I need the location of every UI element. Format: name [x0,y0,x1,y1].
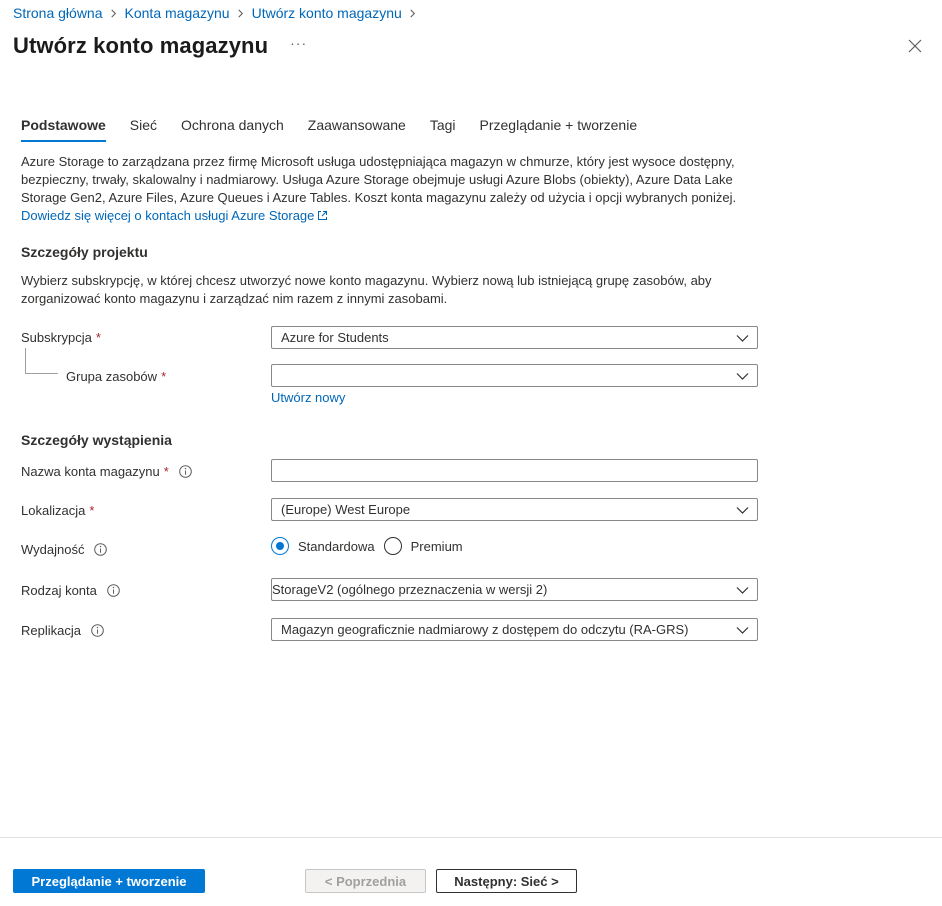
required-marker: * [95,330,101,345]
resource-group-select[interactable] [271,364,758,387]
subscription-label-text: Subskrypcja [21,330,92,345]
account-kind-label: Rodzaj konta [21,583,120,598]
tab-review-create[interactable]: Przeglądanie + tworzenie [480,117,638,142]
page-title: Utwórz konto magazynu [13,33,269,58]
chevron-down-icon [736,373,749,380]
tab-basics[interactable]: Podstawowe [21,117,106,142]
chevron-right-icon [103,5,125,21]
required-marker: * [89,503,95,518]
subscription-value: Azure for Students [281,330,389,345]
performance-standard-label: Standardowa [298,538,375,554]
location-value: (Europe) West Europe [281,502,411,517]
info-icon[interactable] [179,465,192,478]
breadcrumb-home[interactable]: Strona główna [13,5,103,21]
breadcrumb-storage-accounts[interactable]: Konta magazynu [125,5,230,21]
breadcrumb: Strona główna Konta magazynu Utwórz kont… [13,5,424,21]
tab-data-protection[interactable]: Ochrona danych [181,117,284,142]
chevron-down-icon [736,587,749,594]
chevron-right-icon [402,5,424,21]
learn-more-link-label: Dowiedz się więcej o kontach usługi Azur… [21,208,315,223]
tree-connector [25,348,58,374]
title-row: Utwórz konto magazynu ··· [13,33,307,59]
storage-account-name-label: Nazwa konta magazynu * [21,464,192,479]
learn-more-link[interactable]: Dowiedz się więcej o kontach usługi Azur… [21,208,328,223]
project-details-heading: Szczegóły projektu [21,244,148,260]
performance-premium-radio[interactable]: Premium [383,537,463,555]
chevron-down-icon [736,507,749,514]
required-marker: * [163,464,169,479]
resource-group-label-text: Grupa zasobów [66,369,158,384]
chevron-down-icon [736,627,749,634]
subscription-label: Subskrypcja * [21,330,101,345]
create-new-resource-group-link[interactable]: Utwórz nowy [271,390,345,405]
project-details-description: Wybierz subskrypcję, w której chcesz utw… [21,273,712,306]
tab-tags[interactable]: Tagi [430,117,456,142]
intro-text: Azure Storage to zarządzana przez firmę … [21,154,737,205]
close-icon[interactable] [907,38,923,54]
tab-bar: Podstawowe Sieć Ochrona danych Zaawansow… [21,117,661,142]
next-networking-button[interactable]: Następny: Sieć > [436,869,577,893]
location-select[interactable]: (Europe) West Europe [271,498,758,521]
replication-label-text: Replikacja [21,623,81,638]
location-label-text: Lokalizacja [21,503,86,518]
replication-label: Replikacja [21,623,104,638]
replication-value: Magazyn geograficznie nadmiarowy z dostę… [281,622,689,637]
tab-networking[interactable]: Sieć [130,117,157,142]
performance-standard-radio[interactable]: Standardowa [271,537,375,555]
account-kind-select[interactable]: StorageV2 (ogólnego przeznaczenia w wers… [271,578,758,601]
tab-advanced[interactable]: Zaawansowane [308,117,406,142]
chevron-down-icon [736,335,749,342]
performance-label-text: Wydajność [21,542,85,557]
performance-radio-group: Standardowa Premium [271,537,472,555]
info-icon[interactable] [94,543,108,556]
account-kind-label-text: Rodzaj konta [21,583,97,598]
info-icon[interactable] [107,584,120,597]
more-options-button[interactable]: ··· [290,35,307,57]
info-icon[interactable] [91,624,104,637]
location-label: Lokalizacja * [21,503,94,518]
account-kind-value: StorageV2 (ogólnego przeznaczenia w wers… [272,582,548,597]
chevron-right-icon [230,5,252,21]
external-link-icon [317,208,328,220]
previous-button[interactable]: < Poprzednia [305,869,426,893]
subscription-select[interactable]: Azure for Students [271,326,758,349]
replication-select[interactable]: Magazyn geograficznie nadmiarowy z dostę… [271,618,758,641]
performance-premium-label: Premium [410,538,463,554]
performance-label: Wydajność [21,542,108,557]
storage-account-name-label-text: Nazwa konta magazynu [21,464,160,479]
resource-group-label: Grupa zasobów * [66,369,166,384]
intro-text-block: Azure Storage to zarządzana przez firmę … [21,153,741,225]
required-marker: * [161,369,167,384]
breadcrumb-create-storage-account[interactable]: Utwórz konto magazynu [252,5,402,21]
footer-divider [0,837,942,838]
review-create-button[interactable]: Przeglądanie + tworzenie [13,869,205,893]
instance-details-heading: Szczegóły wystąpienia [21,432,172,448]
radio-circle [271,537,289,555]
storage-account-name-input[interactable] [271,459,758,482]
radio-circle [383,537,402,555]
